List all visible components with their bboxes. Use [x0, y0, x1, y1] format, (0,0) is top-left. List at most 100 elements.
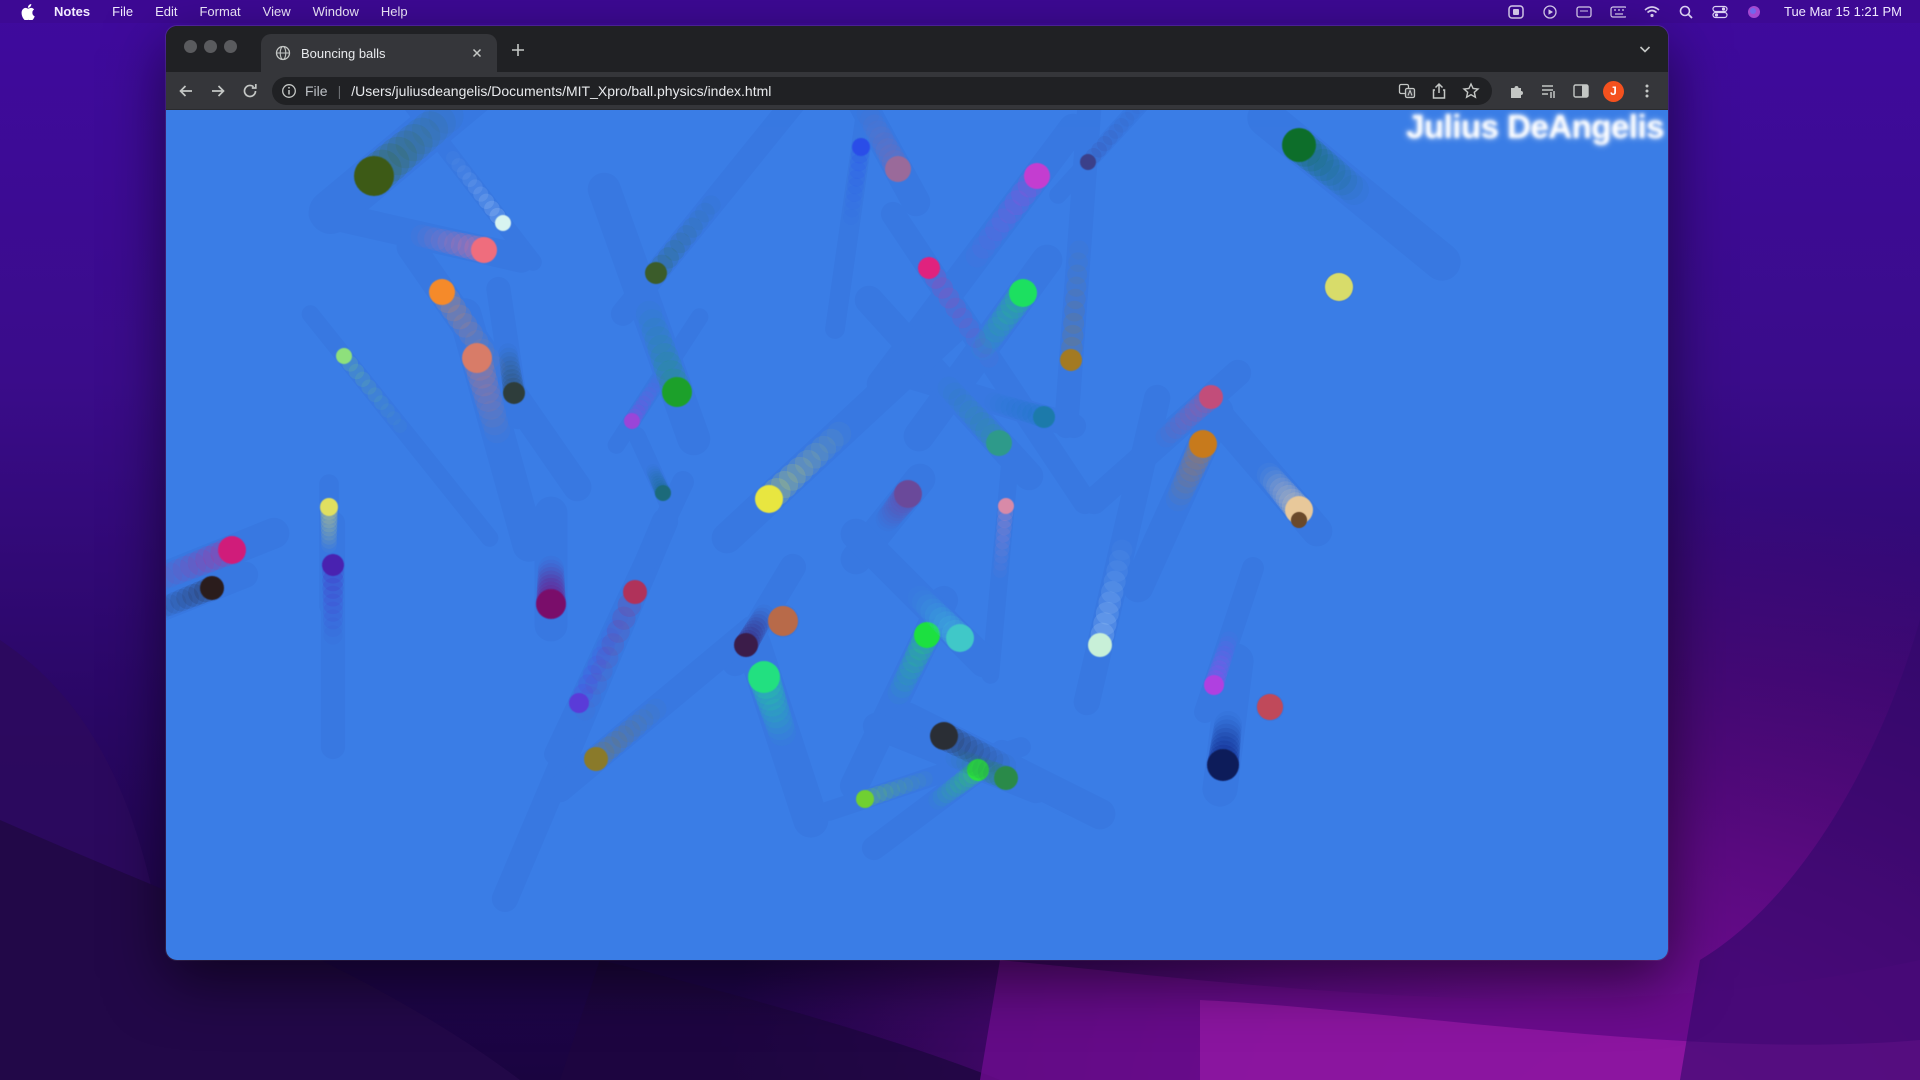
ball [1207, 749, 1239, 781]
window-zoom-button[interactable] [224, 40, 237, 53]
ball [918, 257, 940, 279]
ball [894, 480, 922, 508]
ball [994, 766, 1018, 790]
menu-view[interactable]: View [263, 4, 291, 19]
menu-window[interactable]: Window [313, 4, 359, 19]
ball-7 [336, 348, 401, 426]
ball [734, 633, 758, 657]
menu-file[interactable]: File [112, 4, 133, 19]
ball-18 [974, 279, 1037, 355]
profile-avatar[interactable]: J [1603, 81, 1624, 102]
apple-menu-icon[interactable] [20, 3, 36, 20]
ball [322, 554, 344, 576]
reading-list-icon[interactable] [1540, 82, 1558, 100]
ball [998, 498, 1014, 514]
ball-20 [1325, 273, 1353, 301]
window-close-button[interactable] [184, 40, 197, 53]
ball [624, 413, 640, 429]
ball [200, 576, 224, 600]
menu-help[interactable]: Help [381, 4, 408, 19]
ball [852, 138, 870, 156]
menu-notes[interactable]: Notes [54, 4, 90, 19]
ball [495, 215, 511, 231]
ball [1282, 128, 1316, 162]
ball [1088, 633, 1112, 657]
ball [986, 430, 1012, 456]
ball [1291, 512, 1307, 528]
url-separator: | [337, 83, 342, 99]
reload-icon[interactable] [240, 81, 260, 101]
forward-arrow-icon[interactable] [208, 81, 228, 101]
menubar-clock[interactable]: Tue Mar 15 1:21 PM [1784, 4, 1902, 19]
kebab-menu-icon[interactable] [1638, 82, 1656, 100]
ball [856, 790, 874, 808]
ball-16 [1282, 128, 1364, 201]
ball [1204, 675, 1224, 695]
ball [354, 156, 394, 196]
ball-31 [322, 554, 344, 638]
ball [755, 485, 783, 513]
tab-search-chevron-icon[interactable] [1636, 40, 1654, 58]
tab-close-icon[interactable] [469, 45, 485, 61]
author-signature: Julius DeAngelis [1406, 110, 1664, 145]
ball-44 [1257, 694, 1283, 720]
ball [429, 279, 455, 305]
ball [768, 606, 798, 636]
ball [569, 693, 589, 713]
display-icon[interactable] [1576, 5, 1592, 19]
side-panel-icon[interactable] [1572, 82, 1590, 100]
ball [623, 580, 647, 604]
siri-icon[interactable] [1746, 5, 1762, 19]
ball-26 [877, 480, 922, 529]
tab-bouncing-balls[interactable]: Bouncing balls [261, 34, 497, 72]
address-bar[interactable]: File | /Users/juliusdeangelis/Documents/… [272, 77, 1492, 105]
ball [655, 485, 671, 501]
menu-format[interactable]: Format [199, 4, 240, 19]
keyboard-layout-icon[interactable] [1610, 5, 1626, 19]
control-center-icon[interactable] [1712, 5, 1728, 19]
play-icon[interactable] [1542, 4, 1558, 19]
translate-icon[interactable] [1398, 82, 1416, 100]
browser-window: Bouncing balls File | /Users/juliusdeang… [166, 26, 1668, 960]
screen-record-icon[interactable] [1508, 4, 1524, 19]
url-scheme-label: File [305, 83, 328, 99]
new-tab-button[interactable] [506, 38, 530, 62]
bookmark-star-icon[interactable] [1462, 82, 1480, 100]
url-text[interactable]: /Users/juliusdeangelis/Documents/MIT_Xpr… [351, 83, 771, 99]
ball-42 [1088, 549, 1131, 657]
ball [503, 382, 525, 404]
menu-edit[interactable]: Edit [155, 4, 177, 19]
window-minimize-button[interactable] [204, 40, 217, 53]
ball [662, 377, 692, 407]
bouncing-balls-canvas [166, 110, 1461, 912]
ball [1189, 430, 1217, 458]
wifi-icon[interactable] [1644, 5, 1660, 19]
ball [748, 661, 780, 693]
ball [1199, 385, 1223, 409]
ball [1257, 694, 1283, 720]
back-arrow-icon[interactable] [176, 81, 196, 101]
menu-bar: Notes File Edit Format View Window Help … [0, 0, 1920, 23]
ball [1009, 279, 1037, 307]
page-canvas[interactable]: Julius DeAngelis [166, 110, 1668, 960]
ball [584, 747, 608, 771]
ball [1080, 154, 1096, 170]
share-icon[interactable] [1430, 82, 1448, 100]
ball [462, 343, 492, 373]
ball [645, 262, 667, 284]
ball-30 [320, 498, 338, 549]
globe-icon [275, 45, 291, 61]
extensions-puzzle-icon[interactable] [1508, 82, 1526, 100]
ball-8 [645, 202, 715, 284]
ball [218, 536, 246, 564]
ball [320, 498, 338, 516]
ball [1033, 406, 1055, 428]
ball [1060, 349, 1082, 371]
ball [336, 348, 352, 364]
tab-title: Bouncing balls [301, 45, 386, 61]
spotlight-search-icon[interactable] [1678, 5, 1694, 19]
ball [885, 156, 911, 182]
ball-29 [1291, 512, 1307, 528]
site-info-icon[interactable] [281, 83, 297, 99]
ball [1325, 273, 1353, 301]
